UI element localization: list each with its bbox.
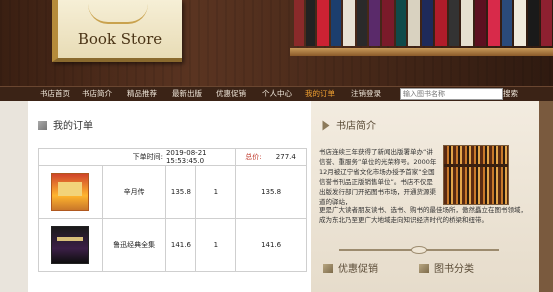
book-spine <box>331 0 341 46</box>
store-intro-text: 书店连续三年获得了新闻出版署单办“讲信誉、重服务”单位的光荣称号。2000年12… <box>319 148 437 206</box>
leaf-icon <box>322 120 330 131</box>
about-title: 书店简介 <box>336 121 376 132</box>
promotions-heading[interactable]: 优惠促销 <box>323 263 378 277</box>
nav-item-home[interactable]: 书店首页 <box>40 87 70 101</box>
page-margin-right <box>539 101 553 292</box>
book-spine <box>502 0 512 46</box>
about-heading: 书店简介 <box>321 120 376 134</box>
search-button[interactable]: 搜索 <box>503 87 518 101</box>
book-spine <box>396 0 406 46</box>
bookshelf-image <box>288 0 553 54</box>
nav-item-my-orders[interactable]: 我的订单 <box>305 87 335 101</box>
order-time-value: 2019-08-21 15:53:45.0 <box>165 148 237 166</box>
book-spine <box>343 0 355 46</box>
nav-item-account[interactable]: 个人中心 <box>262 87 292 101</box>
book-spine <box>294 0 304 46</box>
product-quantity: 1 <box>195 218 237 272</box>
ornament-icon <box>88 4 148 24</box>
order-time-label: 下单时间: <box>37 148 166 166</box>
product-quantity: 1 <box>195 165 237 219</box>
book-spine <box>475 0 486 46</box>
book-icon <box>419 264 429 273</box>
product-price: 135.8 <box>165 165 197 219</box>
store-intro-continued: 更是广大读者朋友读书、选书、购书的最佳场所，傲然矗立在图书领域，成为东北乃至更广… <box>319 206 527 224</box>
book-spine <box>541 0 552 46</box>
order-meta-row: 下单时间: 2019-08-21 15:53:45.0 总价: 277.4 <box>37 148 307 166</box>
book-spine <box>357 0 367 46</box>
product-subtotal: 141.6 <box>235 218 307 272</box>
promotions-label: 优惠促销 <box>338 264 378 275</box>
nav-item-new-releases[interactable]: 最新出版 <box>172 87 202 101</box>
search-input[interactable] <box>400 88 503 100</box>
book-spine <box>449 0 459 46</box>
nav-item-recommended[interactable]: 精品推荐 <box>127 87 157 101</box>
product-price: 141.6 <box>165 218 197 272</box>
page-margin <box>0 101 28 292</box>
store-interior-image <box>443 145 509 205</box>
store-logo[interactable]: Book Store <box>52 0 182 62</box>
book-spine <box>369 0 380 46</box>
book-cover-image[interactable] <box>51 226 90 264</box>
product-name[interactable]: 辛月传 <box>101 165 167 219</box>
site-header: Book Store <box>0 0 553 86</box>
orders-title: 我的订单 <box>53 121 93 132</box>
nav-item-logout[interactable]: 注销登录 <box>351 87 381 101</box>
book-spine <box>306 0 315 46</box>
product-thumbnail-cell <box>38 165 103 219</box>
product-subtotal: 135.8 <box>235 165 307 219</box>
book-spine <box>488 0 500 46</box>
book-spine <box>435 0 447 46</box>
book-spine <box>317 0 329 46</box>
ornament-divider <box>339 246 499 254</box>
logo-text: Book Store <box>77 30 163 48</box>
book-spine <box>461 0 473 46</box>
hand-icon <box>323 264 333 273</box>
book-spine <box>382 0 394 46</box>
shelf-board <box>290 48 553 56</box>
categories-label: 图书分类 <box>434 264 474 275</box>
table-row: 鲁迅经典全集 141.6 1 141.6 <box>38 218 307 272</box>
orders-panel: 我的订单 下单时间: 2019-08-21 15:53:45.0 总价: 277… <box>28 101 311 292</box>
orders-heading: 我的订单 <box>38 120 93 134</box>
product-thumbnail-cell <box>38 218 103 272</box>
order-table: 下单时间: 2019-08-21 15:53:45.0 总价: 277.4 辛月… <box>37 148 307 272</box>
book-spine <box>514 0 526 46</box>
categories-heading[interactable]: 图书分类 <box>419 263 474 277</box>
book-spine <box>422 0 433 46</box>
book-cover-image[interactable] <box>51 173 90 211</box>
book-spine <box>408 0 420 46</box>
sidebar: 书店简介 书店连续三年获得了新闻出版署单办“讲信誉、重服务”单位的光荣称号。20… <box>311 101 539 292</box>
order-total-label: 总价: <box>235 148 266 166</box>
cube-icon <box>38 121 47 130</box>
nav-item-about[interactable]: 书店简介 <box>82 87 112 101</box>
table-row: 辛月传 135.8 1 135.8 <box>38 165 307 219</box>
main-nav: 书店首页 书店简介 精品推荐 最新出版 优惠促销 个人中心 我的订单 注销登录 … <box>0 86 553 101</box>
nav-item-promotions[interactable]: 优惠促销 <box>216 87 246 101</box>
book-spine <box>528 0 539 46</box>
order-total-value: 277.4 <box>265 148 307 166</box>
product-name[interactable]: 鲁迅经典全集 <box>101 218 167 272</box>
